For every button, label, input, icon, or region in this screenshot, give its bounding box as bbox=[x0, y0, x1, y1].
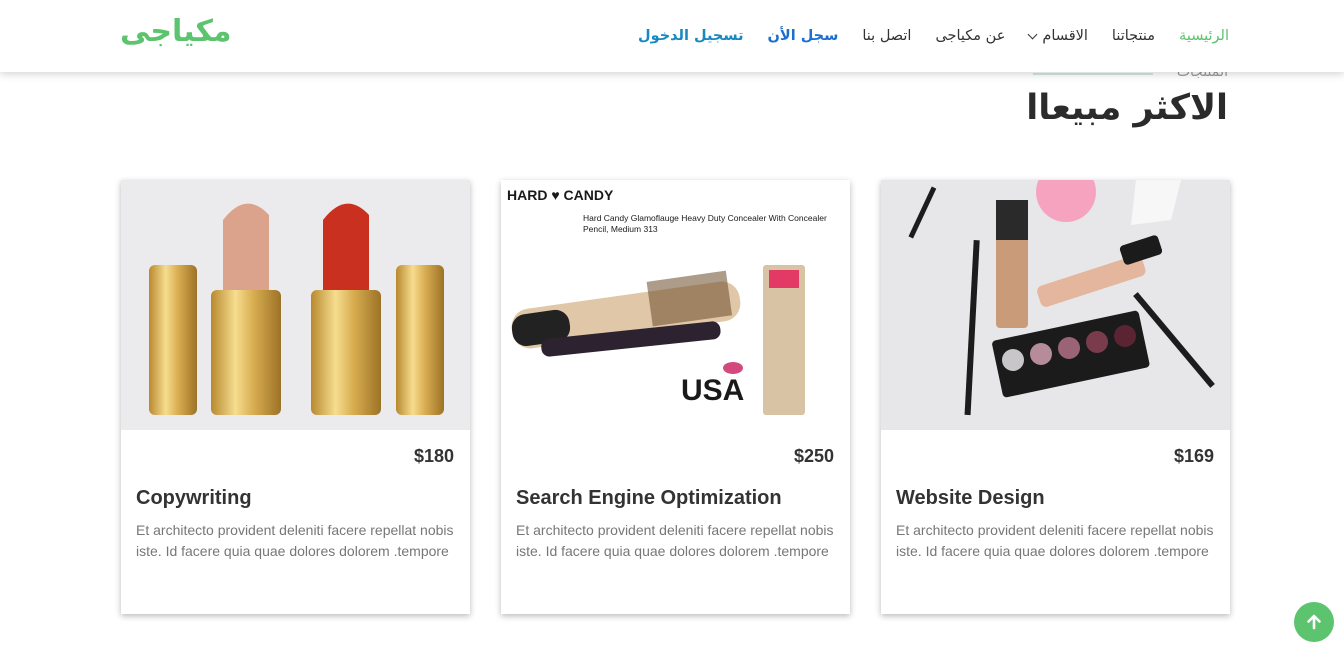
product-description: Et architecto provident deleniti facere … bbox=[136, 522, 454, 559]
image-brand-text: HARD ♥ CANDY bbox=[507, 187, 614, 203]
site-logo[interactable]: مكياجى bbox=[120, 14, 232, 49]
product-title[interactable]: Website Design bbox=[896, 487, 1045, 510]
section-divider bbox=[1033, 73, 1153, 75]
nav-products[interactable]: منتجاتنا bbox=[1112, 28, 1155, 44]
nav-categories-dropdown[interactable]: الاقسام bbox=[1027, 28, 1088, 44]
nav-login[interactable]: تسجيل الدخول bbox=[638, 28, 743, 44]
product-card[interactable]: HARD ♥ CANDY Hard Candy Glamoflauge Heav… bbox=[501, 180, 850, 614]
nav-categories-label: الاقسام bbox=[1042, 28, 1088, 44]
product-description: Et architecto provident deleniti facere … bbox=[516, 522, 834, 559]
lipstick-image bbox=[121, 180, 470, 430]
product-image[interactable] bbox=[121, 180, 470, 430]
arrow-up-icon bbox=[1307, 614, 1321, 630]
product-description: Et architecto provident deleniti facere … bbox=[896, 522, 1214, 559]
product-card[interactable]: $180 Copywriting Et architecto provident… bbox=[121, 180, 470, 614]
product-price: $169 bbox=[1173, 446, 1214, 466]
makeup-flatlay-image bbox=[881, 180, 1230, 430]
nav-about[interactable]: عن مكياجى bbox=[935, 28, 1005, 44]
scroll-top-button[interactable] bbox=[1294, 602, 1334, 642]
product-card[interactable]: $169 Website Design Et architecto provid… bbox=[881, 180, 1230, 614]
product-image[interactable] bbox=[881, 180, 1230, 430]
product-image[interactable]: HARD ♥ CANDY Hard Candy Glamoflauge Heav… bbox=[501, 180, 850, 430]
product-price: $250 bbox=[793, 446, 834, 466]
product-title[interactable]: Copywriting bbox=[136, 487, 252, 510]
nav-contact[interactable]: اتصل بنا bbox=[862, 28, 911, 44]
site-header: مكياجى الرئيسية منتجاتنا الاقسام عن مكيا… bbox=[0, 0, 1344, 72]
nav-register[interactable]: سجل الأن bbox=[768, 28, 839, 44]
nav-home[interactable]: الرئيسية bbox=[1179, 28, 1229, 44]
product-price: $180 bbox=[413, 446, 454, 466]
product-title[interactable]: Search Engine Optimization bbox=[516, 487, 782, 510]
section-title: الاكثر مبيعاا bbox=[1026, 88, 1228, 128]
main-nav: الرئيسية منتجاتنا الاقسام عن مكياجى اتصل… bbox=[614, 0, 1229, 72]
image-usa-text: USA bbox=[681, 374, 744, 407]
concealer-product-image: HARD ♥ CANDY Hard Candy Glamoflauge Heav… bbox=[501, 180, 850, 430]
chevron-down-icon bbox=[1027, 29, 1038, 39]
